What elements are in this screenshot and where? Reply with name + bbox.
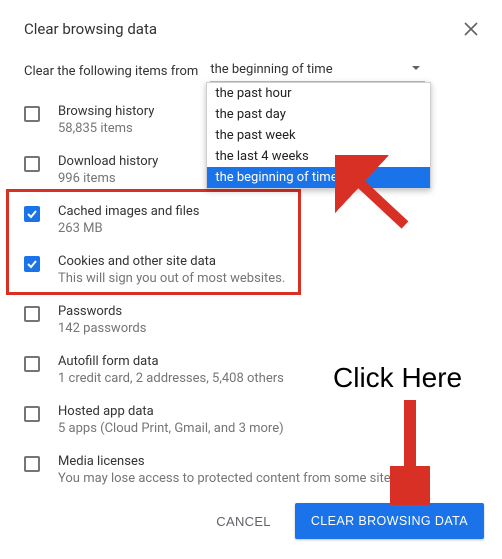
chevron-down-icon bbox=[411, 62, 421, 77]
checkbox-download-history[interactable] bbox=[24, 156, 40, 172]
checkbox-passwords[interactable] bbox=[24, 306, 40, 322]
item-sub: 58,835 items bbox=[58, 121, 154, 136]
item-label: Passwords bbox=[58, 304, 146, 319]
checkbox-cookies[interactable] bbox=[24, 256, 40, 272]
time-range-row: Clear the following items from the begin… bbox=[24, 60, 478, 82]
dropdown-option-beginning-of-time[interactable]: the beginning of time bbox=[207, 167, 430, 188]
checkbox-browsing-history[interactable] bbox=[24, 106, 40, 122]
dropdown-option-past-hour[interactable]: the past hour bbox=[207, 83, 430, 104]
item-passwords: Passwords 142 passwords bbox=[24, 296, 478, 346]
item-text: Browsing history 58,835 items bbox=[58, 104, 154, 136]
time-range-dropdown: the past hour the past day the past week… bbox=[206, 82, 431, 189]
item-text: Cookies and other site data This will si… bbox=[58, 254, 285, 286]
item-sub: 5 apps (Cloud Print, Gmail, and 3 more) bbox=[58, 421, 284, 436]
annotation-click-here: Click Here bbox=[333, 362, 462, 394]
clear-browsing-data-button[interactable]: CLEAR BROWSING DATA bbox=[295, 503, 484, 539]
item-text: Hosted app data 5 apps (Cloud Print, Gma… bbox=[58, 404, 284, 436]
time-range-select[interactable]: the beginning of time bbox=[210, 60, 425, 82]
close-icon[interactable] bbox=[464, 22, 478, 36]
item-media-licenses: Media licenses You may lose access to pr… bbox=[24, 446, 478, 496]
item-hosted-app-data: Hosted app data 5 apps (Cloud Print, Gma… bbox=[24, 396, 478, 446]
dialog-title: Clear browsing data bbox=[24, 20, 157, 38]
clear-browsing-data-dialog: Clear browsing data Clear the following … bbox=[0, 0, 502, 496]
dialog-actions: CANCEL CLEAR BROWSING DATA bbox=[202, 503, 484, 539]
item-text: Media licenses You may lose access to pr… bbox=[58, 454, 401, 486]
cancel-button[interactable]: CANCEL bbox=[202, 504, 285, 539]
item-label: Cookies and other site data bbox=[58, 254, 285, 269]
item-label: Hosted app data bbox=[58, 404, 284, 419]
time-range-select-wrap: the beginning of time the past hour the … bbox=[210, 60, 425, 82]
item-text: Passwords 142 passwords bbox=[58, 304, 146, 336]
item-sub: 263 MB bbox=[58, 221, 199, 236]
checkbox-hosted-app-data[interactable] bbox=[24, 406, 40, 422]
checkbox-media-licenses[interactable] bbox=[24, 456, 40, 472]
item-text: Cached images and files 263 MB bbox=[58, 204, 199, 236]
dialog-header: Clear browsing data bbox=[24, 20, 478, 38]
item-cookies: Cookies and other site data This will si… bbox=[24, 246, 478, 296]
item-sub: You may lose access to protected content… bbox=[58, 471, 401, 486]
item-sub: 1 credit card, 2 addresses, 5,408 others bbox=[58, 371, 284, 386]
item-sub: This will sign you out of most websites. bbox=[58, 271, 285, 286]
checkbox-cached-images[interactable] bbox=[24, 206, 40, 222]
prompt-label: Clear the following items from bbox=[24, 64, 198, 79]
item-text: Download history 996 items bbox=[58, 154, 158, 186]
dropdown-option-past-day[interactable]: the past day bbox=[207, 104, 430, 125]
item-label: Autofill form data bbox=[58, 354, 284, 369]
item-label: Download history bbox=[58, 154, 158, 169]
item-text: Autofill form data 1 credit card, 2 addr… bbox=[58, 354, 284, 386]
item-label: Browsing history bbox=[58, 104, 154, 119]
item-label: Media licenses bbox=[58, 454, 401, 469]
item-label: Cached images and files bbox=[58, 204, 199, 219]
dropdown-option-last-4-weeks[interactable]: the last 4 weeks bbox=[207, 146, 430, 167]
time-range-value: the beginning of time bbox=[210, 62, 332, 77]
item-sub: 996 items bbox=[58, 171, 158, 186]
checkbox-autofill[interactable] bbox=[24, 356, 40, 372]
item-cached-images: Cached images and files 263 MB bbox=[24, 196, 478, 246]
dropdown-option-past-week[interactable]: the past week bbox=[207, 125, 430, 146]
item-sub: 142 passwords bbox=[58, 321, 146, 336]
